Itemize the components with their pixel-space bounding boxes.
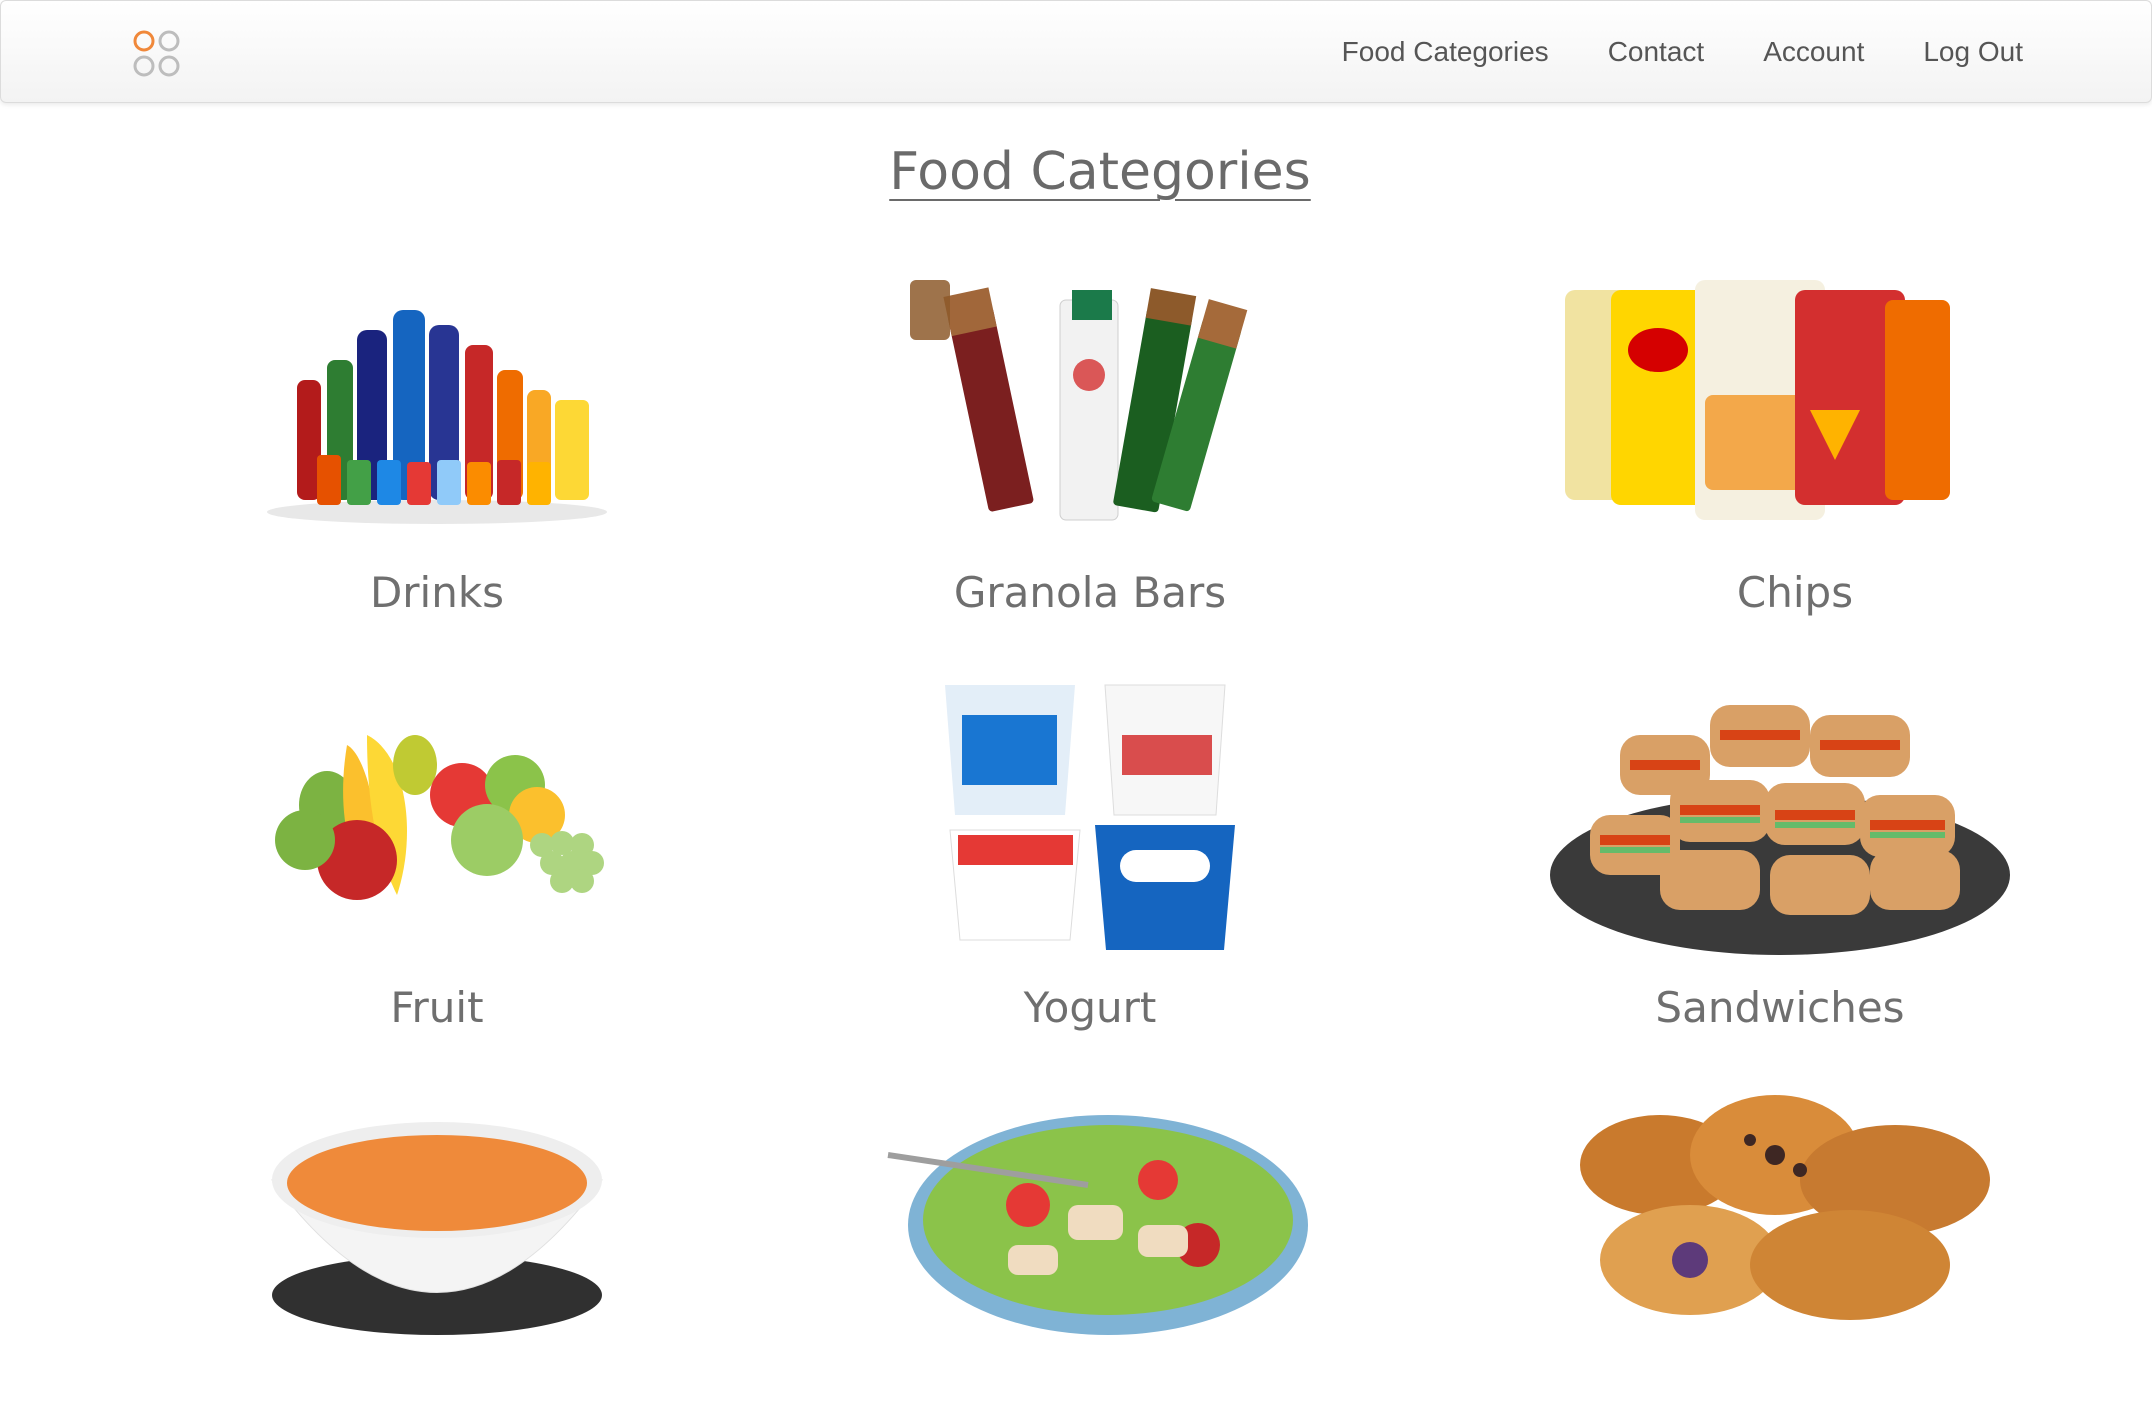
category-tile-pastries[interactable] bbox=[1550, 1085, 2030, 1410]
category-tile-soup[interactable] bbox=[197, 1085, 677, 1410]
nav-food-categories[interactable]: Food Categories bbox=[1342, 36, 1549, 68]
nav-log-out[interactable]: Log Out bbox=[1923, 36, 2023, 68]
category-label-yogurt[interactable]: Yogurt bbox=[850, 983, 1330, 1032]
drinks-bottles-icon bbox=[267, 310, 607, 524]
granola-bars-icon bbox=[910, 280, 1248, 521]
nav-contact[interactable]: Contact bbox=[1608, 36, 1705, 68]
yogurt-cups-icon bbox=[945, 684, 1235, 950]
category-label-fruit[interactable]: Fruit bbox=[197, 983, 677, 1032]
page-title[interactable]: Food Categories bbox=[0, 142, 2152, 202]
category-tile-chips[interactable]: Chips bbox=[1555, 250, 2035, 617]
category-label-chips[interactable]: Chips bbox=[1555, 568, 2035, 617]
category-tile-fruit[interactable]: Fruit bbox=[197, 665, 677, 1032]
nav-account[interactable]: Account bbox=[1763, 36, 1864, 68]
four-circles-logo-icon[interactable] bbox=[132, 29, 182, 79]
category-label-granola-bars[interactable]: Granola Bars bbox=[850, 568, 1330, 617]
category-tile-salad[interactable] bbox=[868, 1085, 1348, 1410]
category-label-sandwiches[interactable]: Sandwiches bbox=[1540, 983, 2020, 1032]
salad-plate-icon bbox=[887, 1115, 1308, 1335]
nav-links: Food Categories Contact Account Log Out bbox=[1283, 1, 2023, 102]
top-navbar: Food Categories Contact Account Log Out bbox=[0, 0, 2152, 103]
category-tile-drinks[interactable]: Drinks bbox=[197, 250, 677, 617]
chip-bags-icon bbox=[1565, 280, 1950, 520]
category-tile-granola-bars[interactable]: Granola Bars bbox=[850, 250, 1330, 617]
category-label-drinks[interactable]: Drinks bbox=[197, 568, 677, 617]
sandwich-platter-icon bbox=[1550, 705, 2010, 955]
category-tile-yogurt[interactable]: Yogurt bbox=[850, 665, 1330, 1032]
soup-bowl-icon bbox=[271, 1122, 603, 1335]
category-tile-sandwiches[interactable]: Sandwiches bbox=[1540, 665, 2020, 1032]
pastries-icon bbox=[1580, 1095, 1990, 1320]
fruit-pile-icon bbox=[275, 735, 604, 900]
